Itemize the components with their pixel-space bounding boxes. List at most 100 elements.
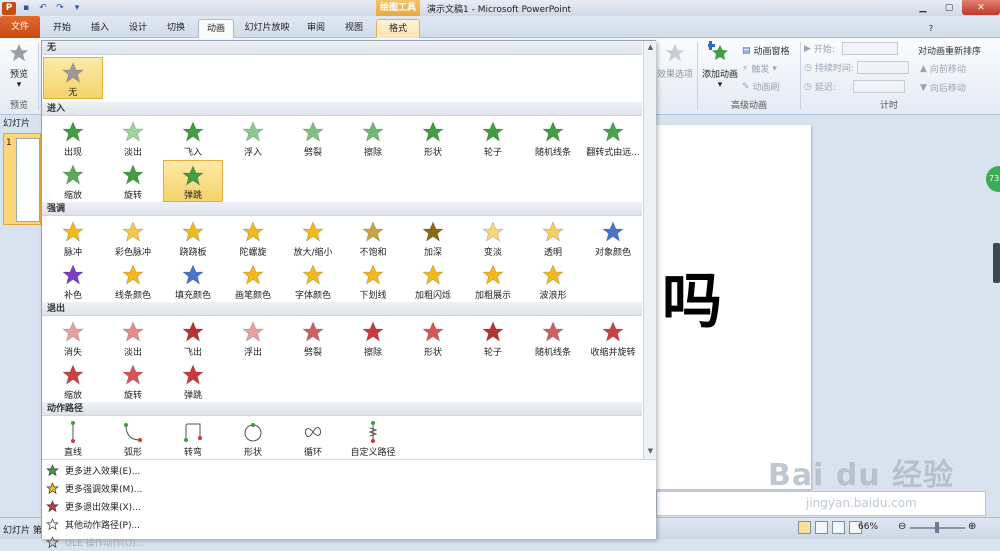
animation-item[interactable]: 缩放 [43, 360, 103, 402]
slide-text[interactable]: 吗 [662, 267, 722, 337]
tab-view[interactable]: 视图 [338, 19, 370, 38]
animation-item[interactable]: 随机线条 [523, 317, 583, 359]
tab-file[interactable]: 文件 [0, 16, 40, 38]
tab-slideshow[interactable]: 幻灯片放映 [240, 19, 294, 38]
animation-item[interactable]: 随机线条 [523, 117, 583, 159]
animation-item[interactable]: 对象颜色 [583, 217, 643, 259]
animation-item[interactable]: 劈裂 [283, 317, 343, 359]
zoom-slider-knob[interactable] [935, 522, 939, 533]
animation-item[interactable]: 旋转 [103, 160, 163, 202]
animation-item[interactable]: 轮子 [463, 317, 523, 359]
animation-item[interactable]: 弹跳 [163, 160, 223, 202]
animation-item[interactable]: 翻转式由远... [583, 117, 643, 159]
animation-item[interactable]: 放大/缩小 [283, 217, 343, 259]
animation-item[interactable]: 加粗展示 [463, 260, 523, 302]
more-effects-item[interactable]: 其他动作路径(P)... [46, 515, 140, 533]
more-effects-item[interactable]: OLE 操作动作(O)... [46, 533, 144, 551]
animation-item[interactable]: 填充颜色 [163, 260, 223, 302]
animation-item[interactable]: 跷跷板 [163, 217, 223, 259]
add-animation-button[interactable]: 添加动画 ▾ [700, 40, 740, 90]
animation-item[interactable]: 不饱和 [343, 217, 403, 259]
animation-pane-button[interactable]: ▤ 动画窗格 [742, 44, 790, 58]
move-later-button[interactable]: ▼ 向后移动 [920, 81, 966, 95]
animation-item[interactable]: 擦除 [343, 317, 403, 359]
app-icon[interactable]: P [2, 1, 16, 15]
animation-item[interactable]: 旋转 [103, 360, 163, 402]
tab-animations[interactable]: 动画 [198, 19, 234, 38]
scroll-down-icon[interactable]: ▼ [646, 447, 655, 455]
animation-item[interactable]: 出现 [43, 117, 103, 159]
animation-item[interactable]: 劈裂 [283, 117, 343, 159]
normal-view-icon[interactable] [798, 521, 811, 534]
animation-item[interactable]: 波浪形 [523, 260, 583, 302]
trigger-button[interactable]: ⚡ 触发 ▾ [742, 62, 777, 76]
animation-item[interactable]: 下划线 [343, 260, 403, 302]
move-earlier-button[interactable]: ▲ 向前移动 [920, 62, 966, 76]
animation-item[interactable]: 循环 [283, 417, 343, 459]
animation-item[interactable]: 弹跳 [163, 360, 223, 402]
tab-insert[interactable]: 插入 [84, 19, 116, 38]
animation-item[interactable]: 收缩并旋转 [583, 317, 643, 359]
animation-item[interactable]: 浮出 [223, 317, 283, 359]
animation-item[interactable]: 缩放 [43, 160, 103, 202]
animation-item[interactable]: 飞入 [163, 117, 223, 159]
animation-item[interactable]: 飞出 [163, 317, 223, 359]
animation-item[interactable]: 加粗闪烁 [403, 260, 463, 302]
animation-item[interactable]: 陀螺旋 [223, 217, 283, 259]
preview-button[interactable]: 预览 ▾ [4, 42, 34, 90]
animation-item[interactable]: 脉冲 [43, 217, 103, 259]
redo-icon[interactable]: ↷ [53, 2, 67, 15]
animation-item[interactable]: 淡出 [103, 317, 163, 359]
start-select[interactable] [841, 42, 898, 55]
more-effects-item[interactable]: 更多退出效果(X)... [46, 497, 141, 515]
close-icon[interactable]: ✕ [962, 0, 1000, 15]
animation-item[interactable]: 加深 [403, 217, 463, 259]
tab-design[interactable]: 设计 [122, 19, 154, 38]
undo-icon[interactable]: ↶ [36, 2, 50, 15]
tab-transitions[interactable]: 切换 [160, 19, 192, 38]
delay-field[interactable] [852, 80, 905, 93]
animation-item[interactable]: 直线 [43, 417, 103, 459]
side-handle[interactable] [993, 243, 1000, 283]
animation-item[interactable]: 形状 [403, 117, 463, 159]
scroll-up-icon[interactable]: ▲ [646, 43, 655, 51]
zoom-level[interactable]: 66% [858, 522, 878, 532]
animation-painter-button[interactable]: ✎ 动画刷 [742, 80, 780, 94]
animation-item[interactable]: 转弯 [163, 417, 223, 459]
animation-item[interactable]: 无 [43, 57, 103, 99]
animation-item[interactable]: 淡出 [103, 117, 163, 159]
more-effects-item[interactable]: 更多强调效果(M)... [46, 479, 142, 497]
zoom-out-icon[interactable]: ⊖ [898, 521, 906, 532]
effect-options-button[interactable]: 效果选项 [656, 42, 694, 80]
customize-qat-icon[interactable]: ▾ [70, 2, 84, 15]
tab-review[interactable]: 审阅 [300, 19, 332, 38]
more-effects-item[interactable]: 更多进入效果(E)... [46, 461, 140, 479]
slides-tab[interactable]: 幻灯片 [3, 116, 30, 129]
tab-home[interactable]: 开始 [46, 19, 78, 38]
animation-item[interactable]: 浮入 [223, 117, 283, 159]
animation-item[interactable]: 弧形 [103, 417, 163, 459]
animation-item[interactable]: 轮子 [463, 117, 523, 159]
animation-item[interactable]: 彩色脉冲 [103, 217, 163, 259]
animation-item[interactable]: 消失 [43, 317, 103, 359]
animation-item[interactable]: 自定义路径 [343, 417, 403, 459]
maximize-icon[interactable]: ▢ [936, 0, 962, 15]
gallery-scrollbar[interactable]: ▲ ▼ [643, 41, 656, 459]
slide-thumbnail[interactable]: 1 [3, 133, 41, 225]
tab-format[interactable]: 格式 [376, 19, 420, 38]
animation-item[interactable]: 擦除 [343, 117, 403, 159]
animation-item[interactable]: 字体颜色 [283, 260, 343, 302]
animation-item[interactable]: 透明 [523, 217, 583, 259]
reading-view-icon[interactable] [832, 521, 845, 534]
animation-item[interactable]: 形状 [223, 417, 283, 459]
animation-item[interactable]: 补色 [43, 260, 103, 302]
animation-item[interactable]: 线条颜色 [103, 260, 163, 302]
minimize-icon[interactable]: ▁ [910, 0, 936, 15]
animation-item[interactable]: 形状 [403, 317, 463, 359]
sorter-view-icon[interactable] [815, 521, 828, 534]
duration-field[interactable] [856, 61, 909, 74]
badge[interactable]: 73 [986, 166, 1000, 192]
help-icon[interactable]: ? [925, 19, 937, 38]
save-icon[interactable]: ▪ [19, 2, 33, 15]
animation-item[interactable]: 画笔颜色 [223, 260, 283, 302]
